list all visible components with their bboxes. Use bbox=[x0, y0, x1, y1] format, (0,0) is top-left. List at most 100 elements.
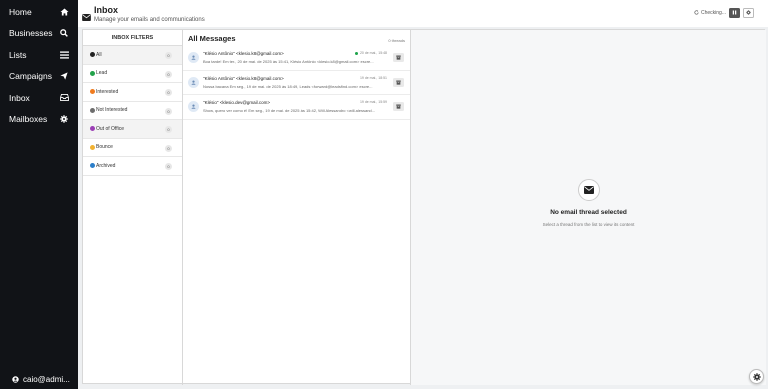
filter-archived[interactable]: Archived 0 bbox=[83, 157, 182, 176]
pause-icon bbox=[732, 10, 737, 17]
filter-label: All bbox=[96, 51, 102, 58]
sidebar-item-label: Campaigns bbox=[9, 71, 52, 82]
list-icon bbox=[59, 50, 69, 60]
archive-icon bbox=[396, 104, 401, 109]
pause-button[interactable] bbox=[729, 8, 740, 18]
inbox-filters: INBOX FILTERS All 0 Lead 0 Interested 0 … bbox=[83, 30, 183, 385]
archive-button[interactable] bbox=[393, 102, 404, 111]
thread-preview: Show, quero ver como é! Em seg., 19 de m… bbox=[203, 108, 375, 113]
empty-state-badge bbox=[577, 179, 600, 201]
filter-label: Archived bbox=[96, 162, 116, 169]
inbox-panel: INBOX FILTERS All 0 Lead 0 Interested 0 … bbox=[82, 29, 766, 385]
inbox-icon bbox=[59, 93, 69, 103]
search-icon bbox=[59, 28, 69, 38]
sidebar-item-label: Mailboxes bbox=[9, 114, 48, 125]
gear-icon bbox=[752, 372, 761, 381]
envelope-icon bbox=[583, 186, 594, 194]
user-account[interactable]: caio@admi... bbox=[0, 369, 78, 389]
filters-heading: INBOX FILTERS bbox=[83, 30, 182, 46]
archive-button[interactable] bbox=[393, 53, 404, 62]
sidebar-item-label: Businesses bbox=[9, 28, 53, 39]
thread-preview: Nossa bacana Em seg., 19 de mai. de 2025… bbox=[203, 83, 373, 89]
thread-row[interactable]: "Klésio Antônio" <klesio.k8@gmail.com> N… bbox=[183, 71, 410, 95]
settings-button[interactable] bbox=[743, 8, 754, 18]
archive-button[interactable] bbox=[393, 77, 404, 87]
thread-date-label: 19 de mai., 18:51 bbox=[359, 75, 387, 80]
filter-not-interested[interactable]: Not Interested 0 bbox=[83, 102, 182, 120]
filter-count: 0 bbox=[165, 107, 172, 115]
filter-lead[interactable]: Lead 0 bbox=[83, 65, 182, 83]
thread-row[interactable]: "Klésio" <klesio.dev@gmail.com> Show, qu… bbox=[183, 95, 410, 120]
status-dot bbox=[90, 126, 95, 132]
filter-out-of-office[interactable]: Out of Office 0 bbox=[83, 120, 182, 139]
page-heading: Inbox Manage your emails and communicati… bbox=[82, 4, 205, 26]
archive-icon bbox=[396, 55, 401, 60]
filter-label: Lead bbox=[96, 70, 108, 77]
status-dot bbox=[90, 107, 95, 113]
thread-count: 0 threads bbox=[388, 38, 405, 43]
archive-icon bbox=[396, 80, 401, 85]
envelope-icon bbox=[82, 8, 91, 26]
thread-date: 19 de mai., 18:51 bbox=[360, 76, 387, 80]
user-icon bbox=[191, 104, 196, 109]
user-icon bbox=[12, 375, 19, 383]
filter-all[interactable]: All 0 bbox=[83, 46, 182, 65]
filter-bounce[interactable]: Bounce 0 bbox=[83, 139, 182, 157]
user-icon bbox=[191, 80, 196, 85]
page-title: Inbox bbox=[94, 5, 118, 15]
thread-date: 20 de mai., 15:48 bbox=[354, 51, 387, 55]
empty-state-subtitle: Select a thread from the list to view it… bbox=[542, 222, 635, 227]
sidebar-item-businesses[interactable]: Businesses bbox=[0, 23, 78, 45]
gear-icon bbox=[746, 9, 751, 17]
filter-count: 0 bbox=[165, 163, 172, 170]
sync-status-label: Checking... bbox=[700, 10, 726, 16]
message-list: All Messages 0 threads "Klésio Antônio" … bbox=[183, 30, 411, 385]
sidebar-item-lists[interactable]: Lists bbox=[0, 44, 78, 66]
filter-count: 0 bbox=[165, 70, 172, 78]
page-subtitle: Manage your emails and communications bbox=[94, 17, 205, 23]
empty-state-title: No email thread selected bbox=[550, 209, 627, 216]
floating-settings-button[interactable] bbox=[749, 369, 764, 384]
status-dot bbox=[90, 163, 95, 169]
sidebar-item-home[interactable]: Home bbox=[0, 1, 78, 23]
send-icon bbox=[59, 71, 69, 81]
avatar bbox=[188, 76, 199, 88]
avatar bbox=[188, 101, 199, 112]
filter-count: 0 bbox=[165, 144, 172, 152]
sidebar-item-label: Lists bbox=[9, 49, 27, 60]
thread-row[interactable]: "Klésio Antônio" <klesio.k8@gmail.com> B… bbox=[183, 46, 410, 71]
status-dot bbox=[90, 70, 95, 76]
filter-count: 0 bbox=[165, 126, 172, 133]
home-icon bbox=[59, 7, 69, 17]
filter-label: Out of Office bbox=[96, 125, 124, 132]
sidebar-item-label: Inbox bbox=[9, 92, 30, 103]
thread-date-label: 19 de mai., 15:59 bbox=[359, 100, 387, 104]
user-icon bbox=[191, 55, 196, 60]
refresh-icon bbox=[694, 9, 699, 17]
sidebar-item-mailboxes[interactable]: Mailboxes bbox=[0, 109, 78, 131]
filter-interested[interactable]: Interested 0 bbox=[83, 83, 182, 102]
user-email: caio@admi... bbox=[23, 374, 70, 384]
filter-count: 0 bbox=[165, 52, 172, 59]
filter-label: Interested bbox=[96, 88, 119, 95]
unread-dot bbox=[354, 51, 358, 55]
thread-viewer: No email thread selected Select a thread… bbox=[411, 30, 766, 385]
header: Inbox Manage your emails and communicati… bbox=[78, 0, 768, 27]
status-dot bbox=[90, 52, 95, 58]
status-dot bbox=[90, 89, 95, 95]
filter-label: Not Interested bbox=[96, 107, 128, 114]
thread-preview: Boa tarde! Em ter., 20 de mai. de 2025 à… bbox=[203, 59, 374, 64]
gear-icon bbox=[59, 114, 69, 124]
thread-date: 19 de mai., 15:59 bbox=[360, 100, 387, 104]
avatar bbox=[188, 52, 199, 63]
filter-label: Bounce bbox=[96, 144, 113, 151]
sidebar-item-label: Home bbox=[9, 6, 32, 17]
filter-count: 0 bbox=[165, 89, 172, 96]
messages-heading: All Messages bbox=[188, 33, 236, 43]
sidebar-item-inbox[interactable]: Inbox bbox=[0, 87, 78, 109]
sidebar: Home Businesses Lists Campaigns Inbox Ma… bbox=[0, 0, 78, 389]
thread-date-label: 20 de mai., 15:48 bbox=[359, 51, 387, 55]
sidebar-item-campaigns[interactable]: Campaigns bbox=[0, 66, 78, 88]
status-dot bbox=[90, 144, 95, 150]
sync-status: Checking... bbox=[694, 9, 726, 17]
